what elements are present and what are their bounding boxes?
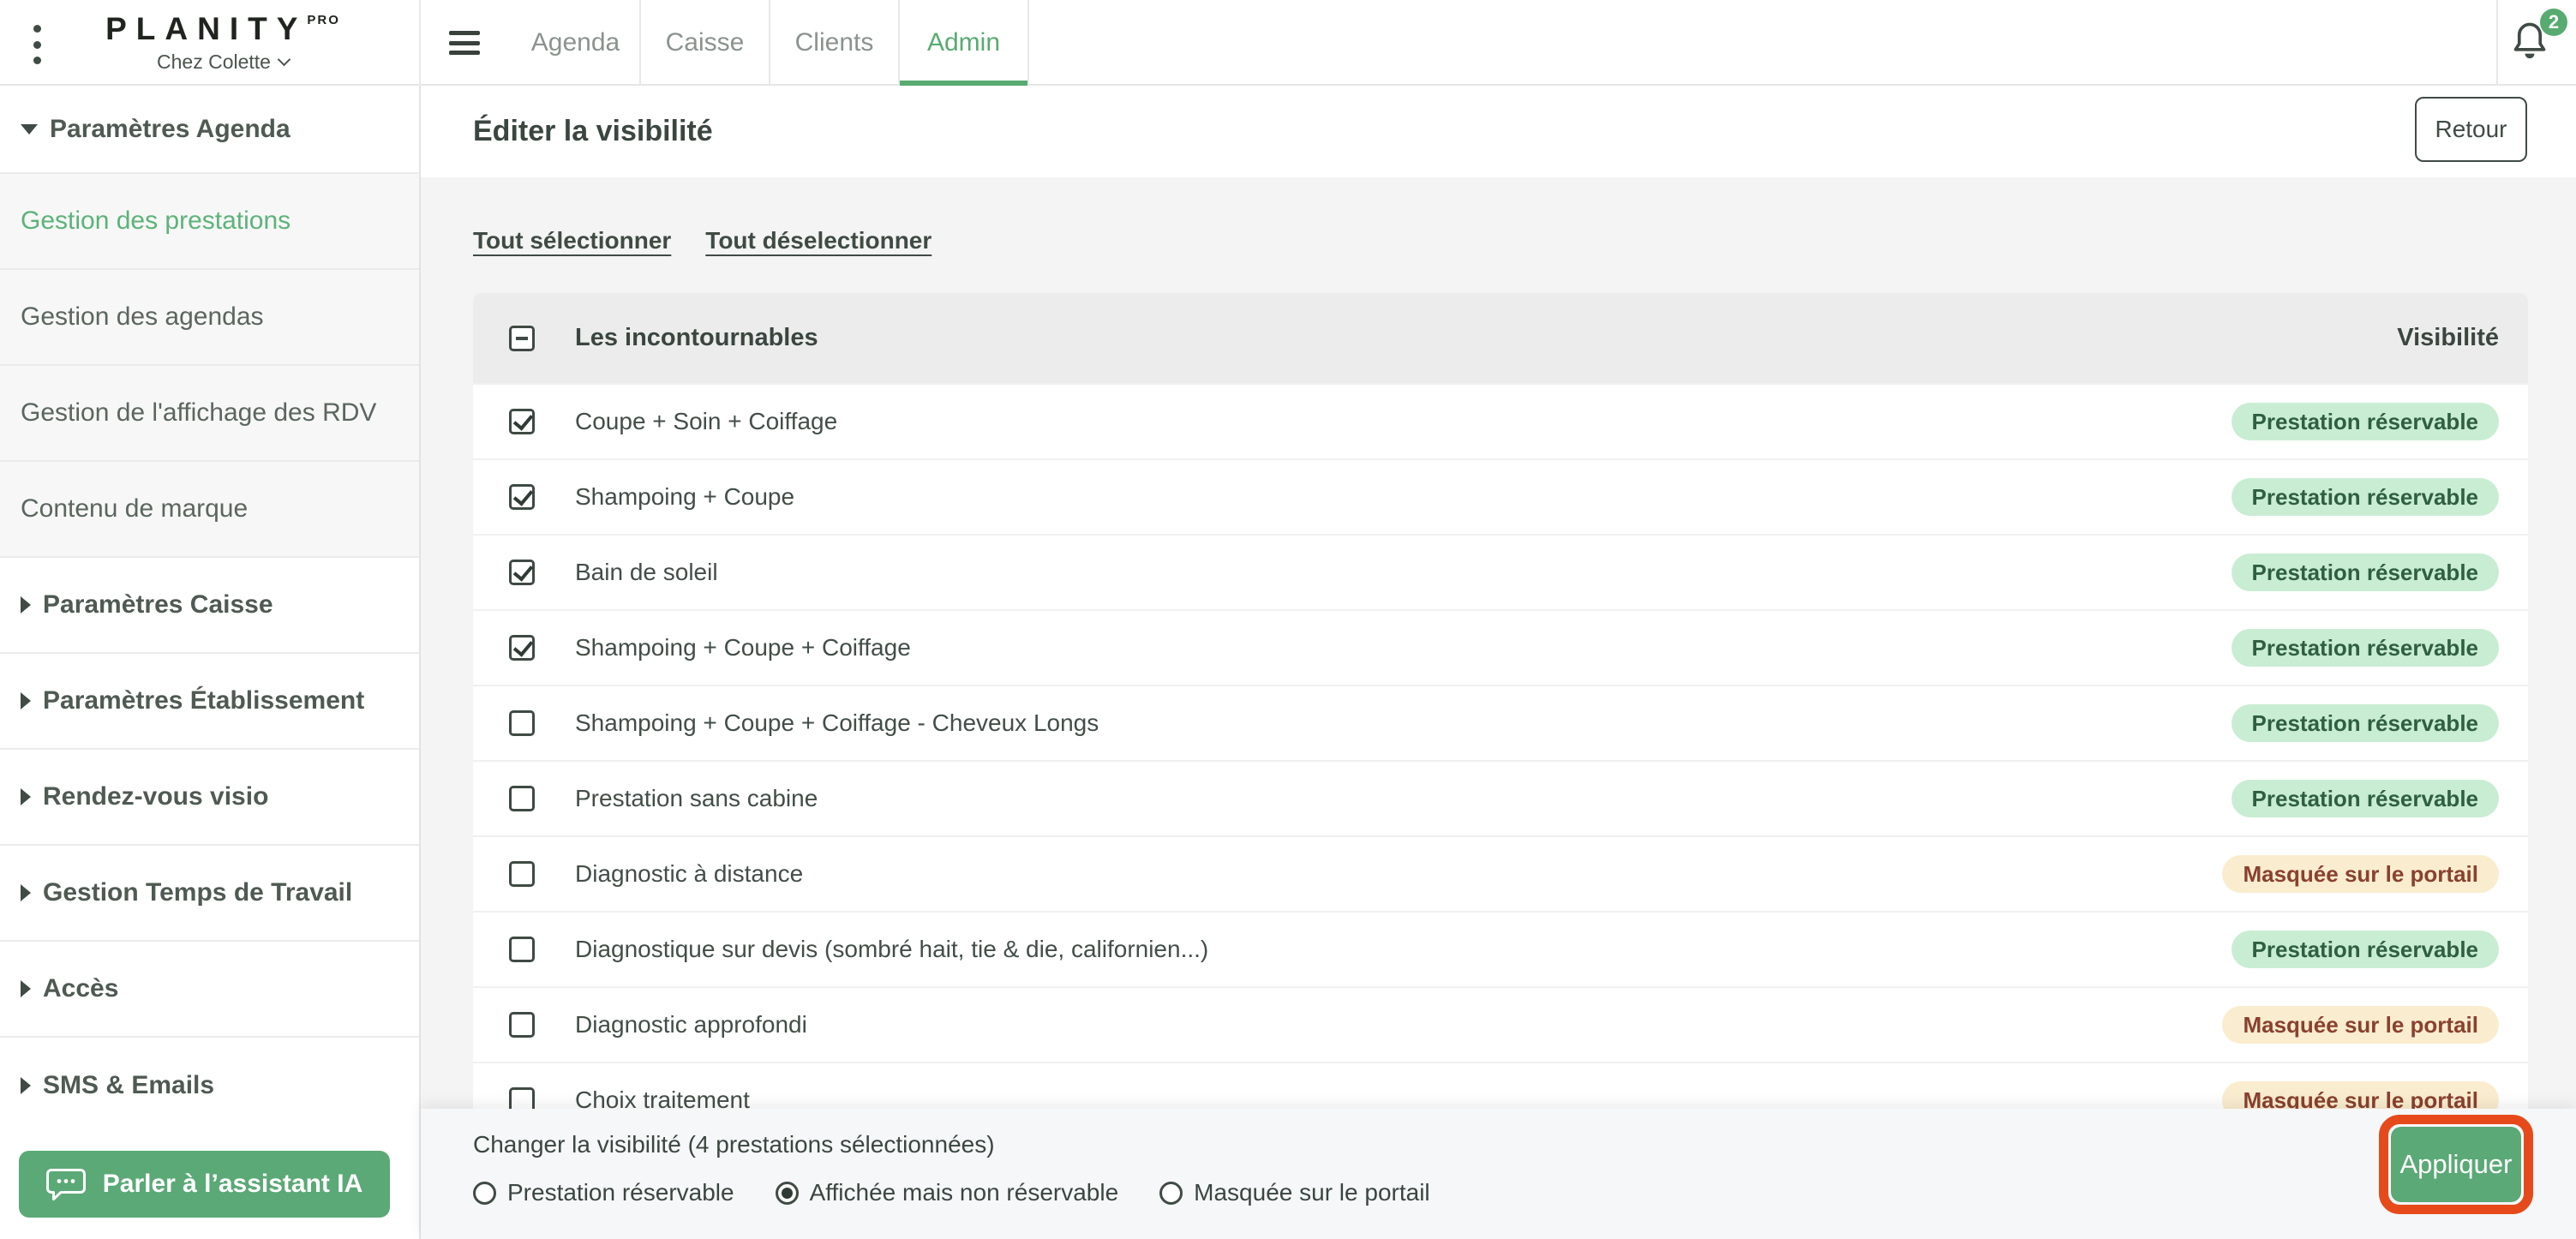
row-checkbox[interactable] — [509, 484, 535, 510]
establishment-switcher[interactable]: PLANITYPRO Chez Colette — [94, 11, 351, 74]
radio-icon[interactable] — [775, 1181, 799, 1205]
visibility-badge: Prestation réservable — [2231, 554, 2499, 591]
sidebar-section-parametres-caisse[interactable]: Paramètres Caisse — [0, 558, 419, 654]
tab-caisse[interactable]: Caisse — [641, 0, 770, 86]
sidebar-item-gestion-affichage-rdv[interactable]: Gestion de l'affichage des RDV — [0, 366, 419, 462]
visibility-badge: Prestation réservable — [2231, 931, 2499, 968]
content-area: Tout sélectionner Tout déselectionner Le… — [421, 177, 2576, 1239]
visibility-badge: Masquée sur le portail — [2222, 1006, 2499, 1044]
sidebar-item-gestion-des-agendas[interactable]: Gestion des agendas — [0, 270, 419, 366]
kebab-menu-icon[interactable] — [26, 25, 48, 64]
triangle-right-icon — [21, 980, 31, 997]
prestation-name: Diagnostic à distance — [575, 860, 804, 887]
table-row: Prestation sans cabine Prestation réserv… — [473, 760, 2528, 835]
prestation-name: Shampoing + Coupe + Coiffage - Cheveux L… — [575, 709, 1099, 736]
prestation-name: Shampoing + Coupe + Coiffage — [575, 634, 911, 661]
table-row: Bain de soleil Prestation réservable — [473, 534, 2528, 609]
table-group-header: Les incontournables Visibilité — [473, 293, 2528, 383]
table-row: Diagnostique sur devis (sombré hait, tie… — [473, 911, 2528, 986]
establishment-name: Chez Colette — [157, 51, 271, 73]
visibility-badge: Masquée sur le portail — [2222, 855, 2499, 893]
top-bar: PLANITYPRO Chez Colette Agenda Caisse Cl… — [0, 0, 2576, 86]
radio-icon[interactable] — [1159, 1181, 1183, 1205]
triangle-down-icon — [21, 123, 38, 135]
visibility-badge: Prestation réservable — [2231, 629, 2499, 667]
apply-button[interactable]: Appliquer — [2391, 1127, 2521, 1202]
chat-bubble-icon — [45, 1169, 86, 1200]
sidebar-section-parametres-agenda[interactable]: Paramètres Agenda — [0, 86, 419, 174]
prestation-name: Diagnostique sur devis (sombré hait, tie… — [575, 936, 1209, 962]
visibility-badge: Prestation réservable — [2231, 403, 2499, 440]
row-checkbox[interactable] — [509, 861, 535, 887]
radio-prestation-reservable[interactable]: Prestation réservable — [473, 1179, 734, 1206]
sidebar-item-gestion-des-prestations[interactable]: Gestion des prestations — [0, 174, 419, 270]
table-row: Diagnostic à distance Masquée sur le por… — [473, 835, 2528, 911]
visibility-radio-group: Prestation réservable Affichée mais non … — [473, 1179, 1430, 1206]
tab-admin[interactable]: Admin — [900, 0, 1029, 86]
sidebar-section-rendez-vous-visio[interactable]: Rendez-vous visio — [0, 750, 419, 846]
row-checkbox[interactable] — [509, 1012, 535, 1038]
prestations-table: Les incontournables Visibilité Coupe + S… — [473, 293, 2528, 1137]
prestation-name: Bain de soleil — [575, 559, 718, 585]
row-checkbox[interactable] — [509, 710, 535, 736]
table-row: Shampoing + Coupe + Coiffage - Cheveux L… — [473, 685, 2528, 760]
visibility-badge: Prestation réservable — [2231, 704, 2499, 742]
triangle-right-icon — [21, 692, 31, 709]
table-row: Shampoing + Coupe + Coiffage Prestation … — [473, 609, 2528, 685]
radio-masquee-portail[interactable]: Masquée sur le portail — [1159, 1179, 1430, 1206]
ai-assistant-button[interactable]: Parler à l’assistant IA — [19, 1151, 390, 1218]
notifications-button[interactable]: 2 — [2511, 9, 2567, 70]
hamburger-menu-icon[interactable] — [449, 31, 480, 55]
sidebar-section-sms-emails[interactable]: SMS & Emails — [0, 1038, 419, 1134]
table-row: Diagnostic approfondi Masquée sur le por… — [473, 986, 2528, 1062]
deselect-all-link[interactable]: Tout déselectionner — [705, 227, 932, 254]
table-row: Coupe + Soin + Coiffage Prestation réser… — [473, 383, 2528, 458]
visibility-badge: Prestation réservable — [2231, 478, 2499, 516]
row-checkbox[interactable] — [509, 635, 535, 661]
admin-sidebar: Paramètres Agenda Gestion des prestation… — [0, 86, 421, 1239]
row-checkbox[interactable] — [509, 560, 535, 585]
prestation-name: Coupe + Soin + Coiffage — [575, 408, 838, 434]
group-checkbox[interactable] — [509, 325, 535, 351]
sidebar-section-gestion-temps-travail[interactable]: Gestion Temps de Travail — [0, 846, 419, 942]
divider — [2496, 0, 2498, 86]
page-title: Éditer la visibilité — [473, 115, 713, 147]
tab-agenda[interactable]: Agenda — [512, 0, 641, 86]
table-row: Shampoing + Coupe Prestation réservable — [473, 458, 2528, 534]
triangle-right-icon — [21, 1077, 31, 1094]
triangle-right-icon — [21, 884, 31, 901]
main-content: Éditer la visibilité Retour Tout sélecti… — [421, 86, 2576, 1239]
sidebar-section-parametres-etablissement[interactable]: Paramètres Établissement — [0, 654, 419, 750]
row-checkbox[interactable] — [509, 937, 535, 962]
planity-logo: PLANITYPRO — [105, 11, 340, 46]
select-all-link[interactable]: Tout sélectionner — [473, 227, 671, 254]
divider — [419, 0, 421, 86]
visibility-action-bar: Changer la visibilité (4 prestations sél… — [421, 1109, 2576, 1239]
sidebar-section-acces[interactable]: Accès — [0, 942, 419, 1038]
chevron-down-icon — [277, 52, 291, 67]
main-nav-tabs: Agenda Caisse Clients Admin — [512, 0, 1029, 86]
back-button[interactable]: Retour — [2415, 97, 2527, 162]
prestation-name: Prestation sans cabine — [575, 785, 818, 811]
triangle-right-icon — [21, 788, 31, 805]
page-header: Éditer la visibilité Retour — [421, 86, 2576, 177]
sidebar-item-contenu-de-marque[interactable]: Contenu de marque — [0, 462, 419, 558]
row-checkbox[interactable] — [509, 409, 535, 434]
pro-badge: PRO — [307, 13, 340, 27]
triangle-right-icon — [21, 596, 31, 614]
visibility-column-header: Visibilité — [2397, 324, 2499, 351]
change-visibility-label: Changer la visibilité (4 prestations sél… — [473, 1131, 995, 1158]
radio-affichee-non-reservable[interactable]: Affichée mais non réservable — [775, 1179, 1118, 1206]
prestation-name: Diagnostic approfondi — [575, 1011, 807, 1038]
visibility-badge: Prestation réservable — [2231, 780, 2499, 817]
prestation-name: Shampoing + Coupe — [575, 483, 795, 510]
row-checkbox[interactable] — [509, 786, 535, 811]
tab-clients[interactable]: Clients — [770, 0, 900, 86]
group-title: Les incontournables — [575, 324, 818, 351]
radio-icon[interactable] — [473, 1181, 496, 1205]
highlight-annotation: Appliquer — [2379, 1115, 2533, 1214]
notification-count-badge: 2 — [2540, 9, 2567, 36]
